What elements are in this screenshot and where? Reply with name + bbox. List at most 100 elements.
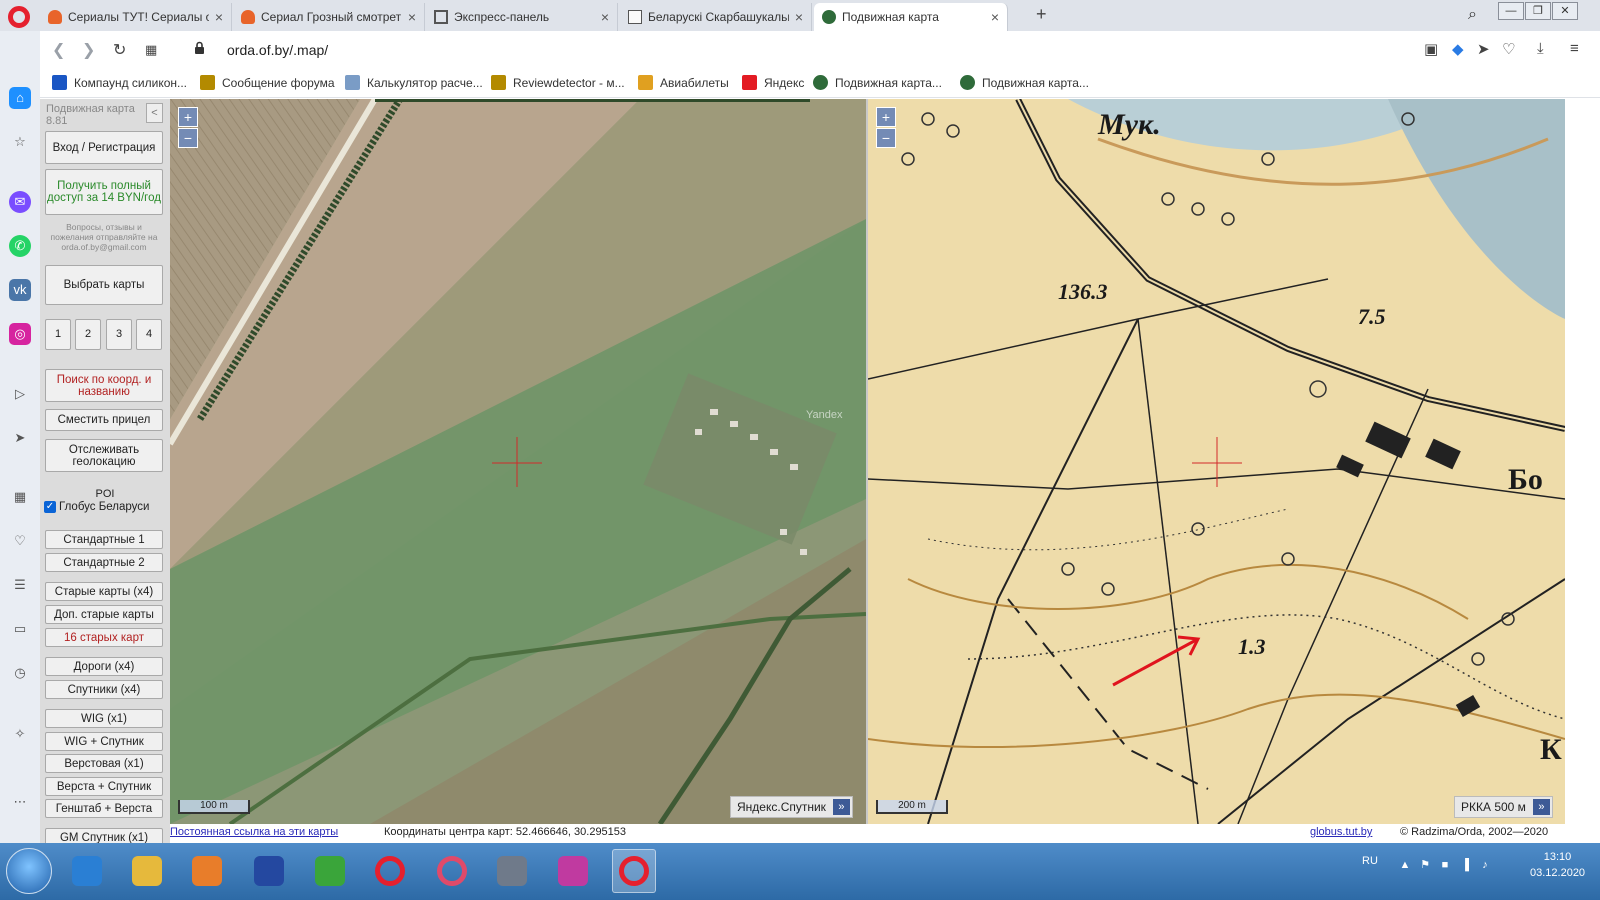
topographic-map[interactable]: Мук. 136.3 7.5 1.3 Бо К + − 200 m РККА 5… [868, 99, 1565, 824]
heart-icon[interactable]: ♡ [1502, 40, 1515, 58]
map-set-button[interactable]: Спутники (x4) [45, 680, 163, 699]
clock[interactable]: 13:10 03.12.2020 [1530, 849, 1585, 881]
shield-icon[interactable]: ◆ [1452, 40, 1464, 58]
zoom-in-button[interactable]: + [876, 107, 896, 127]
messenger-icon[interactable]: ✉ [9, 191, 31, 213]
map-set-button[interactable]: Верста + Спутник [45, 777, 163, 796]
tabs-icon[interactable]: ▭ [9, 618, 31, 640]
layer-name[interactable]: Яндекс.Спутник » [730, 796, 853, 818]
zoom-out-button[interactable]: − [876, 128, 896, 148]
layer-switch-button[interactable]: » [832, 799, 850, 815]
bookmark-item[interactable]: Сообщение форума [200, 75, 335, 90]
bookmark-item[interactable]: Подвижная карта... [960, 75, 1089, 90]
satellite-map[interactable]: + − Yandex 100 m Яндекс.Спутник » [170, 99, 866, 824]
show-hidden-icons-icon[interactable]: ▲ [1398, 858, 1412, 872]
history-icon[interactable]: ◷ [9, 662, 31, 684]
whatsapp-icon[interactable]: ✆ [9, 235, 31, 257]
taskbar-app-media[interactable] [185, 849, 229, 893]
layout-2-button[interactable]: 2 [75, 319, 101, 350]
choose-maps-button[interactable]: Выбрать карты [45, 265, 163, 305]
tab-serial-grozny[interactable]: Сериал Грозный смотрет × [233, 3, 425, 31]
layer-switch-button[interactable]: » [1532, 799, 1550, 815]
zoom-out-button[interactable]: − [178, 128, 198, 148]
collapse-panel-button[interactable]: < [146, 103, 163, 123]
track-geolocation-button[interactable]: Отслеживать геолокацию [45, 439, 163, 472]
tab-belaruski[interactable]: Беларускі Скарбашукальн × [620, 3, 812, 31]
map-set-button[interactable]: Верстовая (x1) [45, 754, 163, 773]
language-indicator[interactable]: RU [1362, 855, 1378, 867]
close-icon[interactable]: × [215, 9, 223, 25]
search-tabs-icon[interactable]: ⌕ [1468, 6, 1477, 24]
maximize-button[interactable]: ❐ [1525, 2, 1551, 20]
zoom-in-button[interactable]: + [178, 107, 198, 127]
star-icon[interactable]: ☆ [9, 131, 31, 153]
shift-crosshair-button[interactable]: Сместить прицел [45, 409, 163, 431]
send-icon[interactable]: ➤ [1477, 40, 1490, 58]
bookmark-item[interactable]: Авиабилеты [638, 75, 729, 90]
send-icon[interactable]: ➤ [9, 427, 31, 449]
map-set-button[interactable]: 16 старых карт [45, 628, 163, 647]
tab-serialy-tut[interactable]: Сериалы ТУТ! Сериалы он × [40, 3, 232, 31]
layout-4-button[interactable]: 4 [136, 319, 162, 350]
taskbar-app-gem[interactable] [551, 849, 595, 893]
taskbar-app-camera[interactable] [490, 849, 534, 893]
taskbar-app-ie[interactable] [65, 849, 109, 893]
download-icon[interactable]: ⤓ [1537, 40, 1544, 57]
player-icon[interactable]: ▷ [9, 383, 31, 405]
network-icon[interactable]: ▐ [1458, 858, 1472, 872]
news-icon[interactable]: ☰ [9, 574, 31, 596]
map-set-button[interactable]: Доп. старые карты [45, 605, 163, 624]
heart-icon[interactable]: ♡ [9, 530, 31, 552]
close-icon[interactable]: × [601, 9, 609, 25]
taskbar-app-green-a[interactable] [308, 849, 352, 893]
close-icon[interactable]: × [795, 9, 803, 25]
bookmark-item[interactable]: Яндекс [742, 75, 804, 90]
globus-checkbox-row[interactable]: ✓ Глобус Беларуси [44, 501, 149, 513]
map-set-button[interactable]: WIG + Спутник [45, 732, 163, 751]
layout-1-button[interactable]: 1 [45, 319, 71, 350]
taskbar-app-save[interactable] [247, 849, 291, 893]
map-set-button[interactable]: GM Спутник (x1) [45, 828, 163, 843]
close-window-button[interactable]: ✕ [1552, 2, 1578, 20]
taskbar-app-opera-gx[interactable] [430, 849, 474, 893]
close-icon[interactable]: × [408, 9, 416, 25]
start-button[interactable] [6, 848, 52, 894]
map-set-button[interactable]: WIG (x1) [45, 709, 163, 728]
forward-icon[interactable]: ❯ [82, 40, 95, 60]
map-set-button[interactable]: Дороги (x4) [45, 657, 163, 676]
layer-name[interactable]: РККА 500 м » [1454, 796, 1553, 818]
bookmark-item[interactable]: Калькулятор расче... [345, 75, 483, 90]
instagram-icon[interactable]: ◎ [9, 323, 31, 345]
bookmark-item[interactable]: Reviewdetector - м... [491, 75, 625, 90]
new-tab-button[interactable]: + [1036, 4, 1047, 25]
home-icon[interactable]: ⌂ [9, 87, 31, 109]
map-set-button[interactable]: Генштаб + Верста [45, 799, 163, 818]
taskbar-app-opera-2[interactable] [612, 849, 656, 893]
map-set-button[interactable]: Стандартные 2 [45, 553, 163, 572]
flag-icon[interactable]: ⚑ [1418, 858, 1432, 872]
more-icon[interactable]: ⋯ [9, 791, 31, 813]
minimize-button[interactable]: — [1498, 2, 1524, 20]
vk-icon[interactable]: vk [9, 279, 31, 301]
camera-icon[interactable]: ▣ [1424, 40, 1438, 58]
tab-express-panel[interactable]: Экспресс-панель × [426, 3, 618, 31]
full-access-button[interactable]: Получить полный доступ за 14 BYN/год [45, 169, 163, 215]
map-set-button[interactable]: Стандартные 1 [45, 530, 163, 549]
opera-menu-icon[interactable] [8, 6, 30, 28]
volume-icon[interactable]: ♪ [1478, 858, 1492, 872]
security-icon[interactable]: ■ [1438, 858, 1452, 872]
reload-icon[interactable]: ↻ [113, 40, 126, 60]
close-icon[interactable]: × [991, 9, 999, 25]
tab-podvizhnaya-karta[interactable]: Подвижная карта × [814, 3, 1008, 31]
search-coords-button[interactable]: Поиск по коорд. и названию [45, 369, 163, 402]
speed-dial-icon[interactable]: ▦ [9, 486, 31, 508]
login-button[interactable]: Вход / Регистрация [45, 131, 163, 164]
taskbar-app-opera-1[interactable] [368, 849, 412, 893]
map-set-button[interactable]: Старые карты (x4) [45, 582, 163, 601]
bookmark-item[interactable]: Подвижная карта... [813, 75, 942, 90]
tabs-grid-icon[interactable]: ▦ [145, 42, 157, 58]
url-field[interactable]: orda.of.by/.map/ [227, 42, 328, 58]
lightbulb-icon[interactable]: ✧ [9, 723, 31, 745]
layout-3-button[interactable]: 3 [106, 319, 132, 350]
checkbox-checked-icon[interactable]: ✓ [44, 501, 56, 513]
